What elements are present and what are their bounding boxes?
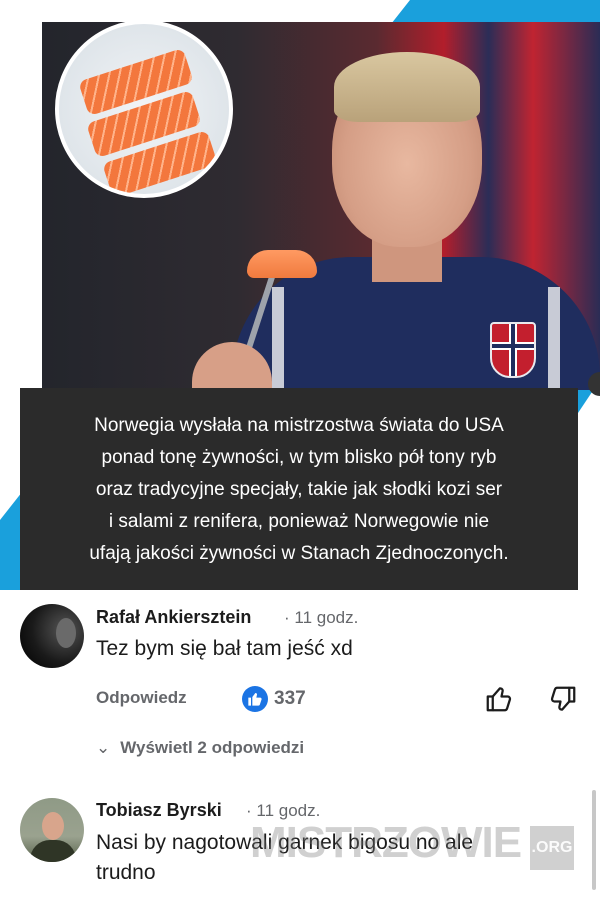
- watermark-suffix: .ORG: [530, 826, 574, 870]
- salmon-on-fork: [247, 250, 317, 278]
- caption-line: oraz tradycyjne specjały, takie jak słod…: [95, 479, 503, 500]
- norway-flag-badge: [490, 322, 536, 378]
- reply-button[interactable]: Odpowiedz: [96, 688, 187, 708]
- scrollbar[interactable]: [592, 790, 596, 890]
- comment-author[interactable]: Tobiasz Byrski: [96, 800, 222, 821]
- watermark-text: MISTRZOWIE: [250, 818, 522, 867]
- caption-line: i salami z renifera, ponieważ Norwegowie…: [108, 511, 490, 532]
- post-caption: Norwegia wysłała na mistrzostwa świata d…: [20, 388, 578, 590]
- like-count: 337: [274, 688, 306, 709]
- avatar[interactable]: [20, 604, 84, 668]
- caption-line: ponad tonę żywności, w tym blisko pół to…: [101, 447, 497, 468]
- comment-time: · 11 godz.: [284, 608, 359, 627]
- chevron-down-icon: ⌄: [96, 738, 111, 757]
- comment-text: Tez bym się bał tam jeść xd: [96, 637, 353, 660]
- thumbs-down-icon[interactable]: [548, 684, 578, 714]
- thumbs-up-icon[interactable]: [484, 684, 514, 714]
- view-replies-button[interactable]: ⌄ Wyświetl 2 odpowiedzi: [96, 738, 304, 758]
- salmon-inset-image: [55, 20, 233, 198]
- player-hair: [334, 52, 480, 122]
- avatar[interactable]: [20, 798, 84, 862]
- caption-line: ufają jakości żywności w Stanach Zjednoc…: [89, 543, 509, 564]
- like-reaction-icon: [242, 686, 268, 712]
- view-replies-label: Wyświetl 2 odpowiedzi: [120, 738, 305, 757]
- comment-author[interactable]: Rafał Ankiersztein: [96, 607, 251, 628]
- caption-line: Norwegia wysłała na mistrzostwa świata d…: [94, 415, 504, 436]
